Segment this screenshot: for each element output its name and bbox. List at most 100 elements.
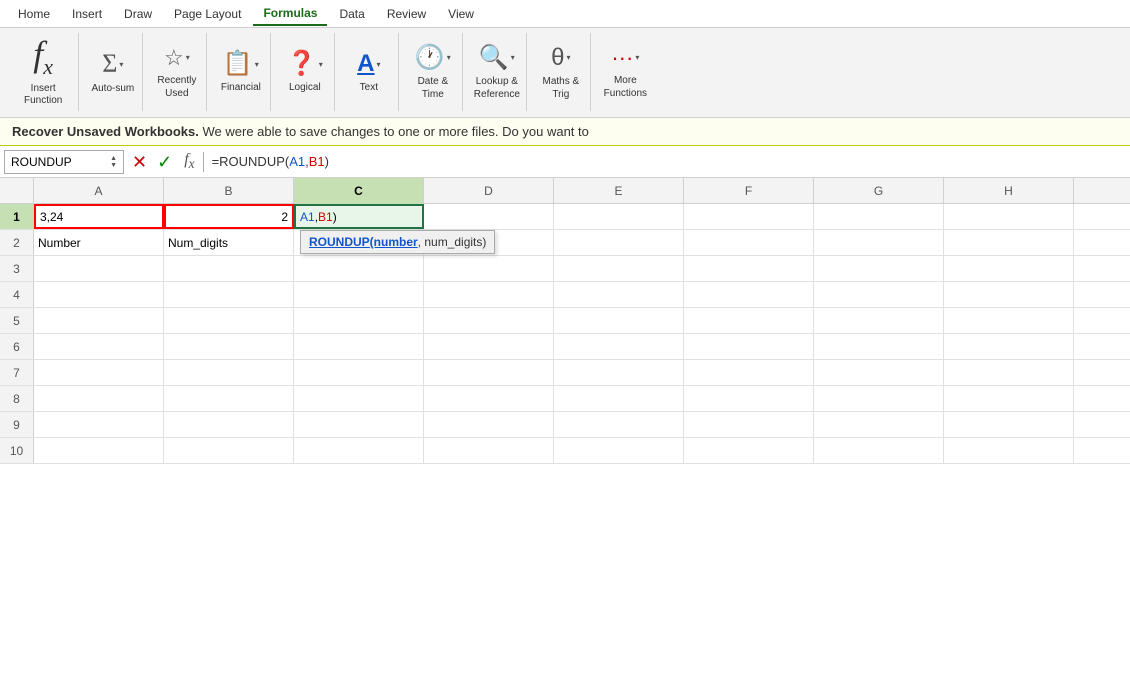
cell-b2[interactable]: Num_digits xyxy=(164,230,294,255)
cell-h9[interactable] xyxy=(944,412,1074,437)
cell-e2[interactable] xyxy=(554,230,684,255)
cell-g3[interactable] xyxy=(814,256,944,281)
cell-reference-box[interactable]: ROUNDUP ▲ ▼ xyxy=(4,150,124,174)
cell-c10[interactable] xyxy=(294,438,424,463)
cell-f2[interactable] xyxy=(684,230,814,255)
cell-a5[interactable] xyxy=(34,308,164,333)
formula-confirm-button[interactable]: ✓ xyxy=(153,151,176,173)
text-button[interactable]: A ▾ Text xyxy=(352,49,385,94)
cell-b8[interactable] xyxy=(164,386,294,411)
cell-c4[interactable] xyxy=(294,282,424,307)
autosum-button[interactable]: Σ ▾ Auto-sum xyxy=(91,48,134,95)
cell-g8[interactable] xyxy=(814,386,944,411)
col-header-c[interactable]: C xyxy=(294,178,424,204)
menu-home[interactable]: Home xyxy=(8,3,60,25)
col-header-g[interactable]: G xyxy=(814,178,944,204)
recently-used-button[interactable]: ☆ ▾ RecentlyUsed xyxy=(157,44,196,100)
menu-view[interactable]: View xyxy=(438,3,484,25)
cell-b10[interactable] xyxy=(164,438,294,463)
col-header-f[interactable]: F xyxy=(684,178,814,204)
cell-e3[interactable] xyxy=(554,256,684,281)
cell-e1[interactable] xyxy=(554,204,684,229)
cell-a7[interactable] xyxy=(34,360,164,385)
cell-a4[interactable] xyxy=(34,282,164,307)
cell-f9[interactable] xyxy=(684,412,814,437)
cell-d8[interactable] xyxy=(424,386,554,411)
col-header-a[interactable]: A xyxy=(34,178,164,204)
col-header-h[interactable]: H xyxy=(944,178,1074,204)
cell-g1[interactable] xyxy=(814,204,944,229)
cell-g2[interactable] xyxy=(814,230,944,255)
cell-b7[interactable] xyxy=(164,360,294,385)
cell-a6[interactable] xyxy=(34,334,164,359)
cell-e5[interactable] xyxy=(554,308,684,333)
lookup-button[interactable]: 🔍 ▾ Lookup &Reference xyxy=(474,43,520,101)
cell-h10[interactable] xyxy=(944,438,1074,463)
cell-f8[interactable] xyxy=(684,386,814,411)
cell-e4[interactable] xyxy=(554,282,684,307)
cell-c9[interactable] xyxy=(294,412,424,437)
cell-c8[interactable] xyxy=(294,386,424,411)
cell-b6[interactable] xyxy=(164,334,294,359)
cell-h3[interactable] xyxy=(944,256,1074,281)
cell-g10[interactable] xyxy=(814,438,944,463)
cell-a2[interactable]: Number xyxy=(34,230,164,255)
cell-h6[interactable] xyxy=(944,334,1074,359)
cell-e7[interactable] xyxy=(554,360,684,385)
cell-g9[interactable] xyxy=(814,412,944,437)
menu-page-layout[interactable]: Page Layout xyxy=(164,3,251,25)
insert-function-button[interactable]: fx InsertFunction xyxy=(14,30,72,112)
cell-e10[interactable] xyxy=(554,438,684,463)
cell-b3[interactable] xyxy=(164,256,294,281)
formula-input[interactable]: =ROUNDUP(A1,B1) xyxy=(208,154,1126,169)
cell-d10[interactable] xyxy=(424,438,554,463)
formula-cancel-button[interactable]: ✕ xyxy=(128,151,151,173)
menu-draw[interactable]: Draw xyxy=(114,3,162,25)
cell-c6[interactable] xyxy=(294,334,424,359)
cell-d5[interactable] xyxy=(424,308,554,333)
cell-f5[interactable] xyxy=(684,308,814,333)
cell-f3[interactable] xyxy=(684,256,814,281)
col-header-e[interactable]: E xyxy=(554,178,684,204)
cell-f4[interactable] xyxy=(684,282,814,307)
financial-button[interactable]: 📋 ▾ Financial xyxy=(218,49,264,94)
cell-a3[interactable] xyxy=(34,256,164,281)
cell-c7[interactable] xyxy=(294,360,424,385)
date-time-button[interactable]: 🕐 ▾ Date &Time xyxy=(410,43,456,101)
cell-e8[interactable] xyxy=(554,386,684,411)
cell-f1[interactable] xyxy=(684,204,814,229)
cell-h1[interactable] xyxy=(944,204,1074,229)
cell-d1[interactable] xyxy=(424,204,554,229)
cell-e9[interactable] xyxy=(554,412,684,437)
cell-c5[interactable] xyxy=(294,308,424,333)
cell-b5[interactable] xyxy=(164,308,294,333)
cell-h4[interactable] xyxy=(944,282,1074,307)
cell-c3[interactable] xyxy=(294,256,424,281)
menu-data[interactable]: Data xyxy=(329,3,374,25)
cell-h8[interactable] xyxy=(944,386,1074,411)
cell-b1[interactable]: 2 xyxy=(164,204,294,229)
cell-a10[interactable] xyxy=(34,438,164,463)
cell-g6[interactable] xyxy=(814,334,944,359)
menu-insert[interactable]: Insert xyxy=(62,3,112,25)
cell-g4[interactable] xyxy=(814,282,944,307)
maths-button[interactable]: θ ▾ Maths &Trig xyxy=(543,43,580,101)
cell-a9[interactable] xyxy=(34,412,164,437)
cell-f6[interactable] xyxy=(684,334,814,359)
cell-g5[interactable] xyxy=(814,308,944,333)
col-header-b[interactable]: B xyxy=(164,178,294,204)
menu-review[interactable]: Review xyxy=(377,3,436,25)
cell-d7[interactable] xyxy=(424,360,554,385)
cell-b4[interactable] xyxy=(164,282,294,307)
logical-button[interactable]: ❓ ▾ Logical xyxy=(282,49,328,94)
cell-d4[interactable] xyxy=(424,282,554,307)
cell-d9[interactable] xyxy=(424,412,554,437)
cell-c1[interactable]: A1,B1) ROUNDUP(number, num_digits) xyxy=(294,204,424,229)
cell-f10[interactable] xyxy=(684,438,814,463)
cell-d6[interactable] xyxy=(424,334,554,359)
cell-h7[interactable] xyxy=(944,360,1074,385)
cell-h5[interactable] xyxy=(944,308,1074,333)
cell-d3[interactable] xyxy=(424,256,554,281)
cell-e6[interactable] xyxy=(554,334,684,359)
cell-b9[interactable] xyxy=(164,412,294,437)
